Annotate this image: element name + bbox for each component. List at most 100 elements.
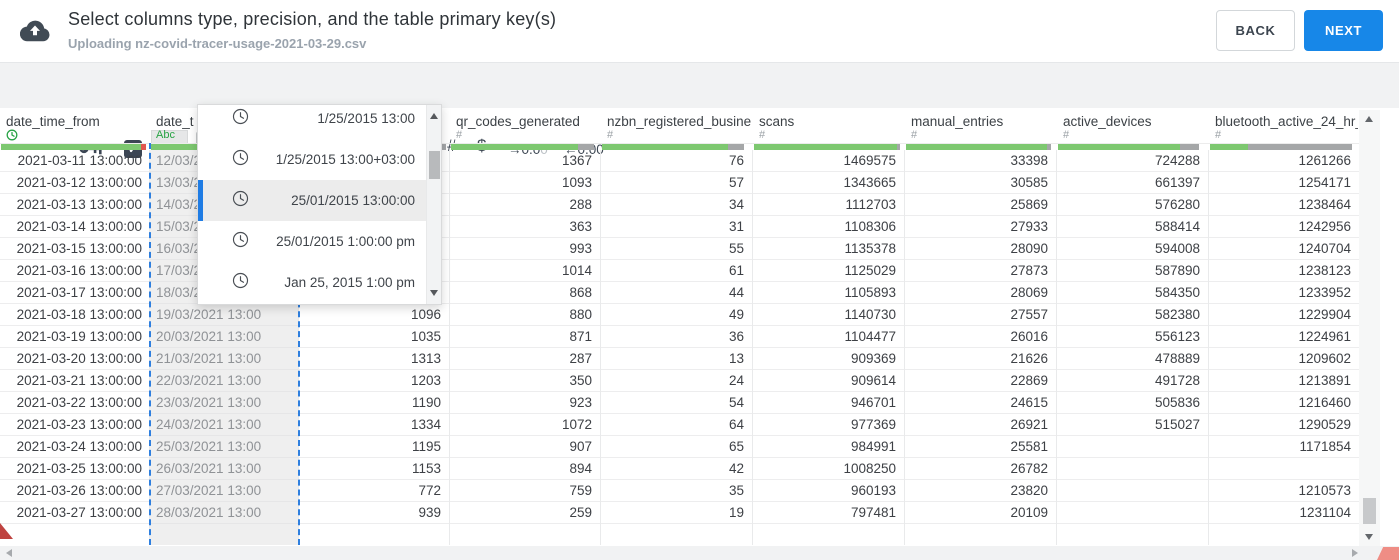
table-cell: 1233952 <box>1209 282 1359 304</box>
table-cell: 587890 <box>1057 260 1208 282</box>
table-cell: 288 <box>450 194 600 216</box>
table-cell: 1014 <box>450 260 600 282</box>
table-cell: 26016 <box>905 326 1056 348</box>
column-header[interactable]: active_devices <box>1063 114 1207 129</box>
table-cell: 1104477 <box>753 326 904 348</box>
date-format-option[interactable]: 25/01/2015 13:00:00 <box>198 180 441 221</box>
table-cell: 20109 <box>905 502 1056 524</box>
table-cell: 26921 <box>905 414 1056 436</box>
table-cell: 363 <box>450 216 600 238</box>
vertical-scrollbar[interactable] <box>1359 110 1380 546</box>
table-column: 76 57 34 31 55 61 44 49 36 13 24 54 64 65 42 35 19 <box>601 150 753 545</box>
table-cell: 2021-03-22 13:00:00 <box>0 392 149 414</box>
table-cell: 1096 <box>299 304 449 326</box>
column-type-label: # <box>607 129 614 141</box>
table-cell: 25581 <box>905 436 1056 458</box>
table-cell: 22869 <box>905 370 1056 392</box>
table-cell: 1210573 <box>1209 480 1359 502</box>
clock-icon <box>232 231 249 253</box>
table-cell: 25869 <box>905 194 1056 216</box>
table-cell <box>1057 502 1208 524</box>
table-cell: 939 <box>299 502 449 524</box>
column-header[interactable]: date_time_from <box>6 114 148 129</box>
scroll-right-icon[interactable] <box>1352 549 1358 557</box>
format-option-label: 1/25/2015 13:00+03:00 <box>275 152 415 167</box>
top-header: Select columns type, precision, and the … <box>0 0 1399 62</box>
column-header[interactable]: bluetooth_active_24_hr_ <box>1215 114 1358 129</box>
menu-scrollbar[interactable] <box>426 105 441 304</box>
scroll-left-icon[interactable] <box>6 549 12 557</box>
table-cell: 1261266 <box>1209 150 1359 172</box>
column-header[interactable]: nzbn_registered_busine <box>607 114 751 129</box>
back-button[interactable]: BACK <box>1216 10 1295 51</box>
table-cell: 584350 <box>1057 282 1208 304</box>
table-cell: 759 <box>450 480 600 502</box>
table-cell: 1112703 <box>753 194 904 216</box>
table-cell: 1242956 <box>1209 216 1359 238</box>
table-cell: 2021-03-17 13:00:00 <box>0 282 149 304</box>
format-option-label: Jan 25, 2015 1:00 pm <box>284 275 415 290</box>
table-cell: 1072 <box>450 414 600 436</box>
table-cell: 2021-03-12 13:00:00 <box>0 172 149 194</box>
table-cell: 259 <box>450 502 600 524</box>
table-cell: 76 <box>601 150 752 172</box>
clock-icon <box>232 272 249 294</box>
table-cell: 909369 <box>753 348 904 370</box>
date-format-option[interactable]: Jan 25, 2015 1:00 pm <box>198 262 441 303</box>
table-cell: 576280 <box>1057 194 1208 216</box>
date-format-option[interactable]: 1/25/2015 13:00 <box>198 105 441 139</box>
column-type-toolbar: ✓ TT Date / time # $ →0.00 ←0.00 <box>0 62 1399 167</box>
table-cell: 909614 <box>753 370 904 392</box>
table-column: 1367 1093 288 363 993 1014 868 880 871 287 350 923 1… <box>450 150 601 545</box>
table-cell: 54 <box>601 392 752 414</box>
table-cell: 27557 <box>905 304 1056 326</box>
import-config-screen: Select columns type, precision, and the … <box>0 0 1399 560</box>
upload-filename-subtitle: Uploading nz-covid-tracer-usage-2021-03-… <box>68 36 367 51</box>
table-cell: 24615 <box>905 392 1056 414</box>
date-format-option[interactable]: 1/25/2015 13:00+03:00 <box>198 139 441 180</box>
next-button[interactable]: NEXT <box>1304 10 1383 51</box>
date-format-option[interactable]: 25/01/2015 1:00:00 pm <box>198 221 441 262</box>
table-cell: 1213891 <box>1209 370 1359 392</box>
format-option-label: 1/25/2015 13:00 <box>317 111 415 126</box>
menu-scrollbar-thumb[interactable] <box>429 151 440 179</box>
table-cell: 946701 <box>753 392 904 414</box>
table-cell <box>1057 436 1208 458</box>
table-cell: 21/03/2021 13:00 <box>150 348 298 370</box>
table-cell: 1367 <box>450 150 600 172</box>
table-cell: 28090 <box>905 238 1056 260</box>
table-cell: 1190 <box>299 392 449 414</box>
horizontal-scrollbar[interactable] <box>0 546 1399 560</box>
table-cell: 24/03/2021 13:00 <box>150 414 298 436</box>
table-cell: 868 <box>450 282 600 304</box>
clock-icon <box>232 108 249 130</box>
table-cell: 2021-03-11 13:00:00 <box>0 150 149 172</box>
table-cell: 556123 <box>1057 326 1208 348</box>
table-cell: 724288 <box>1057 150 1208 172</box>
column-header[interactable]: manual_entries <box>911 114 1055 129</box>
clock-icon <box>232 149 249 171</box>
table-cell: 55 <box>601 238 752 260</box>
table-cell: 907 <box>450 436 600 458</box>
table-cell: 797481 <box>753 502 904 524</box>
table-cell: 984991 <box>753 436 904 458</box>
scroll-up-icon[interactable] <box>1365 116 1373 122</box>
format-option-label: 25/01/2015 1:00:00 pm <box>276 234 415 249</box>
table-cell: 582380 <box>1057 304 1208 326</box>
table-cell: 34 <box>601 194 752 216</box>
column-type-label: # <box>1215 129 1222 141</box>
vertical-scrollbar-thumb[interactable] <box>1363 498 1376 524</box>
table-cell: 588414 <box>1057 216 1208 238</box>
table-cell: 894 <box>450 458 600 480</box>
table-cell: 2021-03-21 13:00:00 <box>0 370 149 392</box>
column-header[interactable]: qr_codes_generated <box>456 114 599 129</box>
table-cell: 1229904 <box>1209 304 1359 326</box>
scroll-down-icon[interactable] <box>1365 534 1373 540</box>
column-header[interactable]: scans <box>759 114 903 129</box>
menu-scroll-down-icon[interactable] <box>430 290 438 296</box>
table-cell: 28/03/2021 13:00 <box>150 502 298 524</box>
table-cell: 21626 <box>905 348 1056 370</box>
table-cell: 2021-03-25 13:00:00 <box>0 458 149 480</box>
menu-scroll-up-icon[interactable] <box>430 113 438 119</box>
column-type-clock-icon <box>6 129 18 144</box>
